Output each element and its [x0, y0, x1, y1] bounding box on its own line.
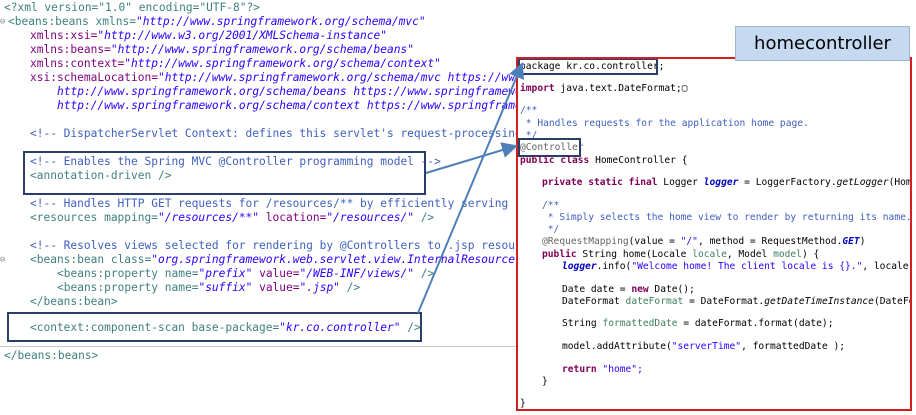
method-javadoc-text: * Simply selects the home view to render…	[542, 212, 912, 223]
javadoc-open: /**	[520, 105, 538, 116]
return-line: return "home";	[562, 364, 643, 375]
annotation-driven-highlight	[23, 151, 426, 195]
class-close-brace: }	[520, 398, 526, 409]
resources-mapping-line: <resources mapping="/resources/**" locat…	[30, 211, 435, 224]
request-mapping-line: @RequestMapping(value = "/", method = Re…	[542, 236, 866, 247]
class-declaration-line: public class HomeController {	[520, 155, 688, 166]
beans-root-line: <beans:beans xmlns="http://www.springfra…	[8, 15, 426, 28]
javadoc-text: * Handles requests for the application h…	[520, 118, 809, 129]
fold-marker[interactable]: ⊖	[0, 253, 6, 267]
resources-comment-line: <!-- Handles HTTP GET requests for /reso…	[30, 197, 556, 210]
add-attribute-line: model.addAttribute("serverTime", formatt…	[562, 341, 846, 352]
bean-close-line: </beans:bean>	[30, 295, 118, 308]
xmlns-beans-line: xmlns:beans="http://www.springframework.…	[30, 43, 414, 56]
schema-location-line: xsi:schemaLocation="http://www.springfra…	[30, 71, 549, 84]
home-controller-code-panel[interactable]: package kr.co.controller; import java.te…	[516, 57, 912, 411]
folded-import-icon[interactable]: ▢	[682, 83, 688, 94]
package-highlight	[518, 59, 658, 75]
dateformat-line: DateFormat dateFormat = DateFormat.getDa…	[562, 296, 910, 307]
formatted-date-line: String formattedDate = dateFormat.format…	[562, 318, 834, 329]
xml-declaration-line: <?xml version="1.0" encoding="UTF-8"?>	[4, 1, 260, 14]
method-close-brace: }	[542, 376, 548, 387]
logger-field-line: private static final Logger logger = Log…	[542, 177, 912, 188]
fold-marker[interactable]: ⊖	[0, 15, 6, 29]
component-scan-highlight	[7, 312, 422, 342]
homecontroller-badge: homecontroller	[735, 26, 910, 61]
view-resolver-comment-line: <!-- Resolves views selected for renderi…	[30, 239, 556, 252]
logger-info-line: logger.info("Welcome home! The client lo…	[562, 261, 910, 272]
prefix-property-line: <beans:property name="prefix" value="/WE…	[57, 267, 435, 280]
suffix-property-line: <beans:property name="suffix" value=".js…	[57, 281, 361, 294]
schema-location-context-line: http://www.springframework.org/schema/co…	[57, 99, 556, 112]
beans-close-line: </beans:beans>	[4, 349, 99, 362]
import-line: import java.text.DateFormat;▢	[520, 83, 688, 94]
xmlns-context-line: xmlns:context="http://www.springframewor…	[30, 57, 441, 70]
schema-location-beans-line: http://www.springframework.org/schema/be…	[57, 85, 549, 98]
xmlns-xsi-line: xmlns:xsi="http://www.w3.org/2001/XMLSch…	[30, 29, 387, 42]
view-resolver-bean-line: <beans:bean class="org.springframework.w…	[30, 253, 556, 266]
dispatcher-comment-line: <!-- DispatcherServlet Context: defines …	[30, 127, 556, 140]
editor-separator	[0, 346, 520, 347]
